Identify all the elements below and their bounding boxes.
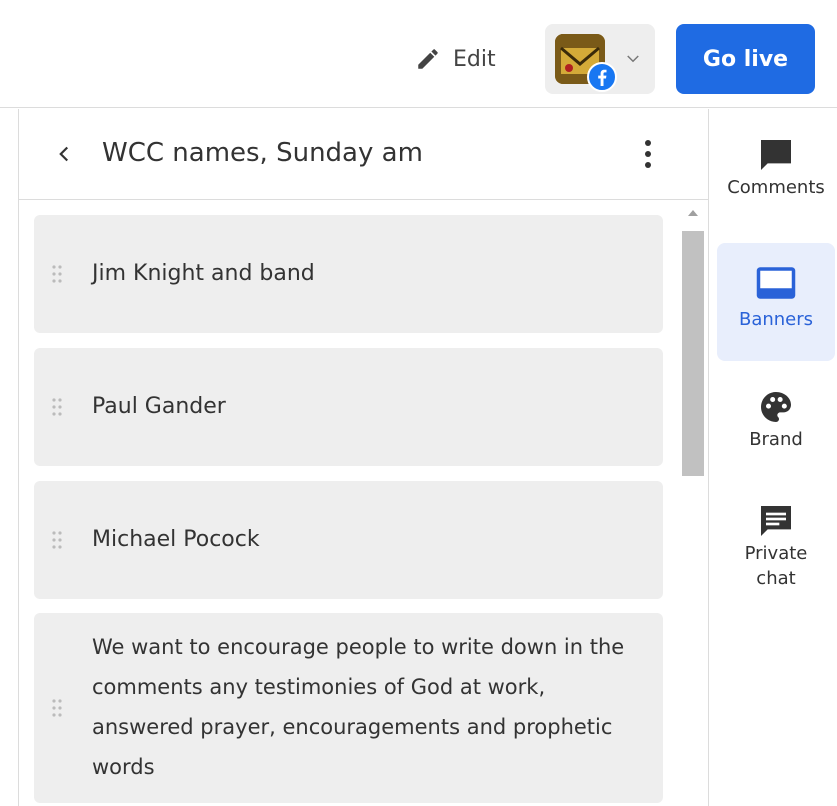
- left-edge-gutter: [0, 109, 19, 806]
- banner-text: Michael Pocock: [92, 527, 260, 552]
- sidebar-item-label: Private chat: [744, 543, 808, 589]
- drag-handle-icon[interactable]: [51, 530, 63, 550]
- right-sidebar: Comments Banners Brand Private chat: [710, 109, 837, 806]
- banner-item[interactable]: Michael Pocock: [34, 481, 663, 599]
- go-live-button[interactable]: Go live: [676, 24, 815, 94]
- banner-list: Jim Knight and band Paul Gander Michael …: [19, 201, 709, 806]
- banner-text: Paul Gander: [92, 394, 226, 419]
- back-chevron-icon[interactable]: [51, 141, 77, 167]
- chat-icon: [761, 506, 791, 536]
- scroll-up-arrow-icon[interactable]: [688, 208, 698, 216]
- banner-item[interactable]: Paul Gander: [34, 348, 663, 466]
- banner-text: We want to encourage people to write dow…: [92, 635, 625, 779]
- edit-label: Edit: [453, 46, 496, 72]
- drag-handle-icon[interactable]: [51, 698, 63, 718]
- sidebar-item-brand[interactable]: Brand: [717, 387, 835, 467]
- comment-icon: [761, 140, 791, 170]
- scrollbar-thumb[interactable]: [682, 231, 704, 476]
- scrollbar[interactable]: [680, 201, 706, 806]
- sidebar-item-label: Banners: [738, 309, 814, 330]
- banner-icon: [756, 267, 796, 299]
- top-bar: Edit Go live: [0, 0, 837, 108]
- edit-button[interactable]: Edit: [405, 36, 506, 82]
- avatar: [555, 34, 617, 92]
- sidebar-item-label: Brand: [749, 429, 803, 450]
- sidebar-item-label: Comments: [727, 177, 825, 198]
- more-options-icon[interactable]: [635, 137, 661, 171]
- drag-handle-icon[interactable]: [51, 264, 63, 284]
- panel-title: WCC names, Sunday am: [102, 138, 423, 168]
- panel-header: WCC names, Sunday am: [19, 109, 709, 200]
- sidebar-item-comments[interactable]: Comments: [717, 135, 835, 225]
- pencil-icon: [418, 49, 438, 69]
- sidebar-item-banners[interactable]: Banners: [717, 243, 835, 361]
- sidebar-item-private-chat[interactable]: Private chat: [717, 501, 835, 601]
- banner-item[interactable]: We want to encourage people to write dow…: [34, 613, 663, 803]
- chevron-down-icon: [627, 55, 639, 63]
- drag-handle-icon[interactable]: [51, 397, 63, 417]
- banner-item[interactable]: Jim Knight and band: [34, 215, 663, 333]
- banner-text: Jim Knight and band: [92, 261, 315, 286]
- banners-panel: WCC names, Sunday am Jim Knight and band…: [19, 109, 709, 806]
- account-selector[interactable]: [545, 24, 655, 94]
- facebook-icon: [587, 62, 617, 92]
- palette-icon: [761, 392, 791, 422]
